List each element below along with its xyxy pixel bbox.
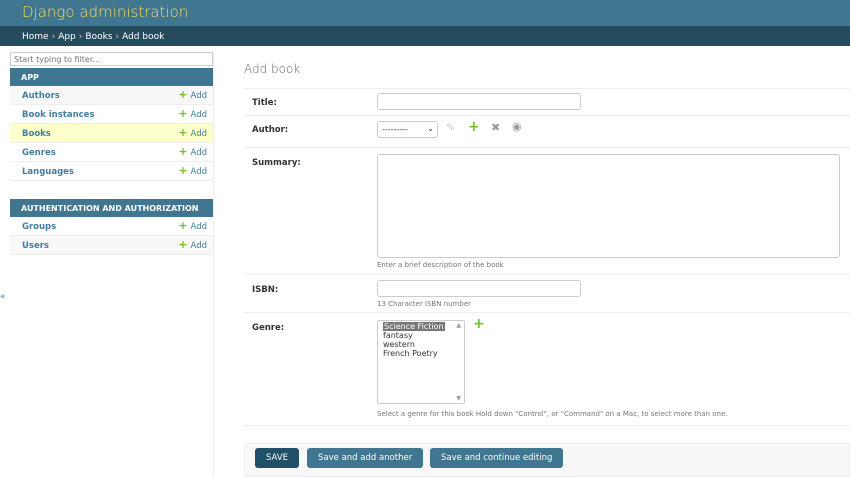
- genre-option[interactable]: fantasy: [383, 331, 459, 340]
- genre-option[interactable]: French Poetry: [383, 349, 459, 358]
- sidebar-item-label[interactable]: Book instances: [22, 110, 95, 123]
- add-link[interactable]: + Add: [178, 107, 207, 123]
- delete-x-icon[interactable]: ✖: [491, 121, 500, 134]
- sidebar-item-label[interactable]: Languages: [22, 167, 74, 180]
- breadcrumb-app[interactable]: App: [58, 32, 76, 42]
- genre-option[interactable]: Science Fiction: [383, 322, 445, 331]
- add-link[interactable]: + Add: [178, 88, 207, 104]
- site-title[interactable]: Django administration: [22, 3, 188, 21]
- auth-caption[interactable]: AUTHENTICATION AND AUTHORIZATION: [10, 199, 213, 217]
- view-eye-icon[interactable]: ◉: [512, 120, 522, 133]
- field-isbn: ISBN: 13 Character ISBN number: [244, 275, 850, 313]
- page-title: Add book: [244, 62, 301, 76]
- save-and-continue-button[interactable]: Save and continue editing: [430, 448, 564, 468]
- add-link[interactable]: + Add: [178, 219, 207, 235]
- sidebar-item-label[interactable]: Authors: [22, 91, 60, 104]
- plus-icon: +: [178, 126, 188, 139]
- add-link[interactable]: + Add: [178, 126, 207, 142]
- add-link[interactable]: + Add: [178, 145, 207, 161]
- breadcrumb: Home › App › Books › Add book: [0, 26, 850, 46]
- genre-label: Genre:: [252, 323, 285, 333]
- title-input[interactable]: [377, 93, 581, 110]
- scroll-down-icon[interactable]: ▼: [456, 395, 461, 402]
- field-summary: Summary: Enter a brief description of th…: [244, 148, 850, 275]
- sidebar-item-users[interactable]: Users + Add: [10, 236, 213, 255]
- isbn-help: 13 Character ISBN number: [377, 300, 472, 308]
- sidebar-filter-input[interactable]: [10, 52, 213, 66]
- breadcrumb-home[interactable]: Home: [22, 32, 49, 42]
- sidebar-item-label[interactable]: Genres: [22, 148, 56, 161]
- plus-icon: +: [178, 145, 188, 158]
- scroll-up-icon[interactable]: ▲: [456, 322, 461, 329]
- add-author-plus-icon[interactable]: +: [468, 119, 480, 135]
- sidebar: APP Authors +Add Book instances +Add Books…: [10, 52, 214, 478]
- summary-textarea[interactable]: [377, 154, 840, 258]
- genre-multiselect[interactable]: Science Fiction fantasy western French P…: [377, 320, 465, 404]
- author-label: Author:: [252, 125, 289, 135]
- author-select[interactable]: --------- ⌄: [377, 121, 438, 138]
- title-label: Title:: [252, 98, 277, 108]
- sidebar-item-book-instances[interactable]: Book instances + Add: [10, 105, 213, 124]
- sidebar-item-label[interactable]: Books: [22, 129, 51, 142]
- plus-icon: +: [178, 88, 188, 101]
- field-title: Title:: [244, 88, 850, 116]
- add-link[interactable]: + Add: [178, 164, 207, 180]
- add-genre-plus-icon[interactable]: +: [473, 316, 485, 332]
- save-and-add-another-button[interactable]: Save and add another: [307, 448, 424, 468]
- sidebar-item-authors[interactable]: Authors + Add: [10, 86, 213, 105]
- sidebar-item-genres[interactable]: Genres + Add: [10, 143, 213, 162]
- submit-row: SAVE Save and add another Save and conti…: [244, 443, 850, 477]
- plus-icon: +: [178, 164, 188, 177]
- add-link[interactable]: + Add: [178, 238, 207, 254]
- sidebar-item-groups[interactable]: Groups + Add: [10, 217, 213, 236]
- genre-help: Select a genre for this book Hold down "…: [377, 410, 728, 418]
- plus-icon: +: [178, 107, 188, 120]
- sidebar-item-label[interactable]: Users: [22, 241, 49, 254]
- save-button[interactable]: SAVE: [255, 448, 300, 468]
- sidebar-item-languages[interactable]: Languages + Add: [10, 162, 213, 181]
- header: Django administration: [0, 0, 850, 26]
- isbn-input[interactable]: [377, 280, 581, 297]
- field-genre: Genre: Science Fiction fantasy western F…: [244, 313, 850, 426]
- breadcrumb-current: Add book: [122, 32, 165, 42]
- summary-label: Summary:: [252, 158, 301, 168]
- sidebar-toggle-button[interactable]: «: [0, 292, 6, 302]
- field-author: Author: --------- ⌄ ✎ + ✖ ◉: [244, 116, 850, 148]
- genre-option[interactable]: western: [383, 340, 459, 349]
- plus-icon: +: [178, 219, 188, 232]
- summary-help: Enter a brief description of the book: [377, 261, 504, 269]
- breadcrumb-books[interactable]: Books: [85, 32, 112, 42]
- isbn-label: ISBN:: [252, 285, 279, 295]
- plus-icon: +: [178, 238, 188, 251]
- edit-pencil-icon[interactable]: ✎: [446, 121, 455, 134]
- app-caption[interactable]: APP: [10, 68, 213, 86]
- sidebar-item-label[interactable]: Groups: [22, 222, 56, 235]
- sidebar-item-books[interactable]: Books + Add: [10, 124, 213, 143]
